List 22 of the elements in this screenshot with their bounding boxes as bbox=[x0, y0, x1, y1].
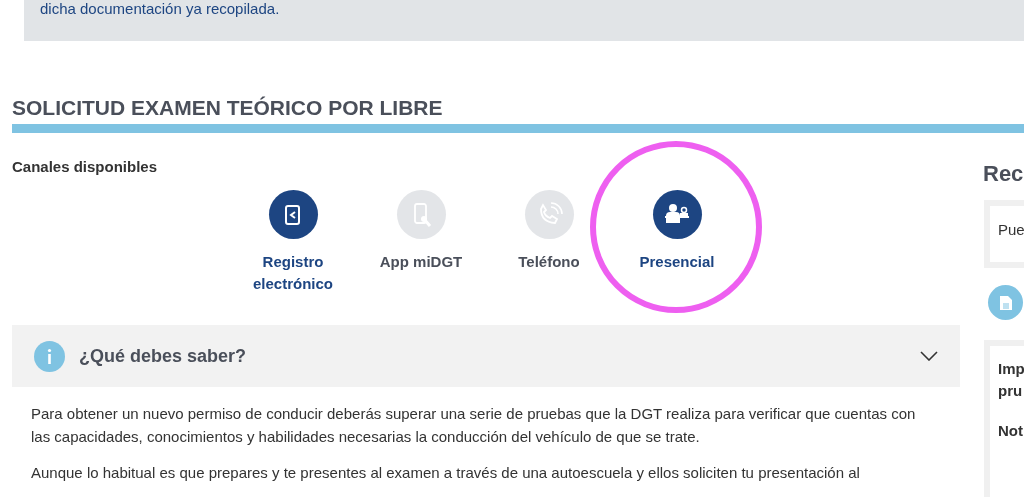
accordion-header[interactable]: ¿Qué debes saber? bbox=[12, 325, 960, 387]
sidebar-detail: Not bbox=[998, 421, 1024, 441]
channel-link[interactable]: Registro electrónico bbox=[241, 190, 345, 295]
person-icon bbox=[652, 190, 702, 239]
sidebar-detail: pru bbox=[998, 381, 1024, 401]
channel-link[interactable]: Presencial bbox=[625, 190, 729, 273]
info-icon bbox=[34, 340, 65, 372]
channel-link[interactable]: Teléfono bbox=[497, 190, 601, 273]
section-title: SOLICITUD EXAMEN TEÓRICO POR LIBRE bbox=[12, 95, 443, 121]
document-icon bbox=[268, 190, 318, 239]
app-icon bbox=[396, 190, 446, 239]
sidebar-detail: Imp bbox=[998, 359, 1024, 379]
chevron-icon bbox=[920, 351, 938, 361]
sidebar-title: Rec bbox=[983, 160, 1024, 188]
paragraph: Aunque lo habitual es que prepares y te presentes al examen a través de una autoescuela y ellos soliciten tu presentación al bbox=[31, 463, 861, 483]
phone-icon bbox=[524, 190, 574, 239]
channel-link[interactable]: App miDGT bbox=[369, 190, 473, 273]
paragraph: Para obtener un nuevo permiso de conducir deberás superar una serie de pruebas que la DGT realiza para verificar que cuentas con las capacidades, conocimientos y habilidades necesarias la conducción del vehículo de que se trate. bbox=[31, 404, 917, 447]
channels-label: Canales disponibles bbox=[12, 157, 158, 177]
notice-text: dicha documentación ya recopilada. bbox=[40, 0, 280, 18]
sidebar-text: Pue bbox=[998, 221, 1024, 238]
document-icon bbox=[988, 285, 1023, 320]
